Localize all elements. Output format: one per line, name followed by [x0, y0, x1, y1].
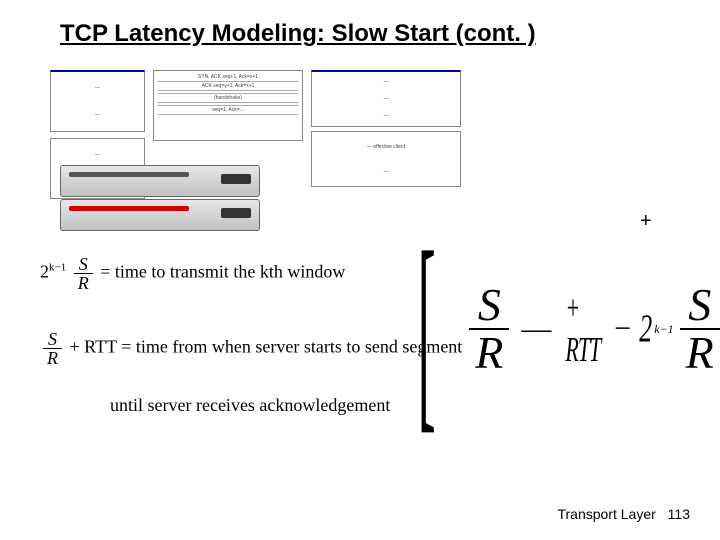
formula-stall-time: [ SR — + RTT − 2k−1 SR ] = stall time af…: [390, 230, 720, 428]
page-number: 113: [668, 506, 690, 522]
footer: Transport Layer 113: [557, 506, 690, 522]
device-illustration: [60, 165, 260, 233]
formula-transmit-time: 2k−1 SR = time to transmit the kth windo…: [40, 255, 345, 292]
diagram-mid: SYN, ACK seq+1, Ack=x+1 ACK seq=y+1, Ack…: [153, 70, 303, 141]
footer-label: Transport Layer: [557, 506, 655, 522]
rack-device-bottom: [60, 199, 260, 231]
diagram-right-bot: — effective client—: [311, 131, 461, 187]
formula-ack: until server receives acknowledgement: [110, 395, 390, 416]
page-title: TCP Latency Modeling: Slow Start (cont. …: [0, 0, 720, 48]
diagram-left-top: ——: [50, 70, 145, 132]
diagram-right-top: ———: [311, 70, 461, 127]
rack-device-top: [60, 165, 260, 197]
